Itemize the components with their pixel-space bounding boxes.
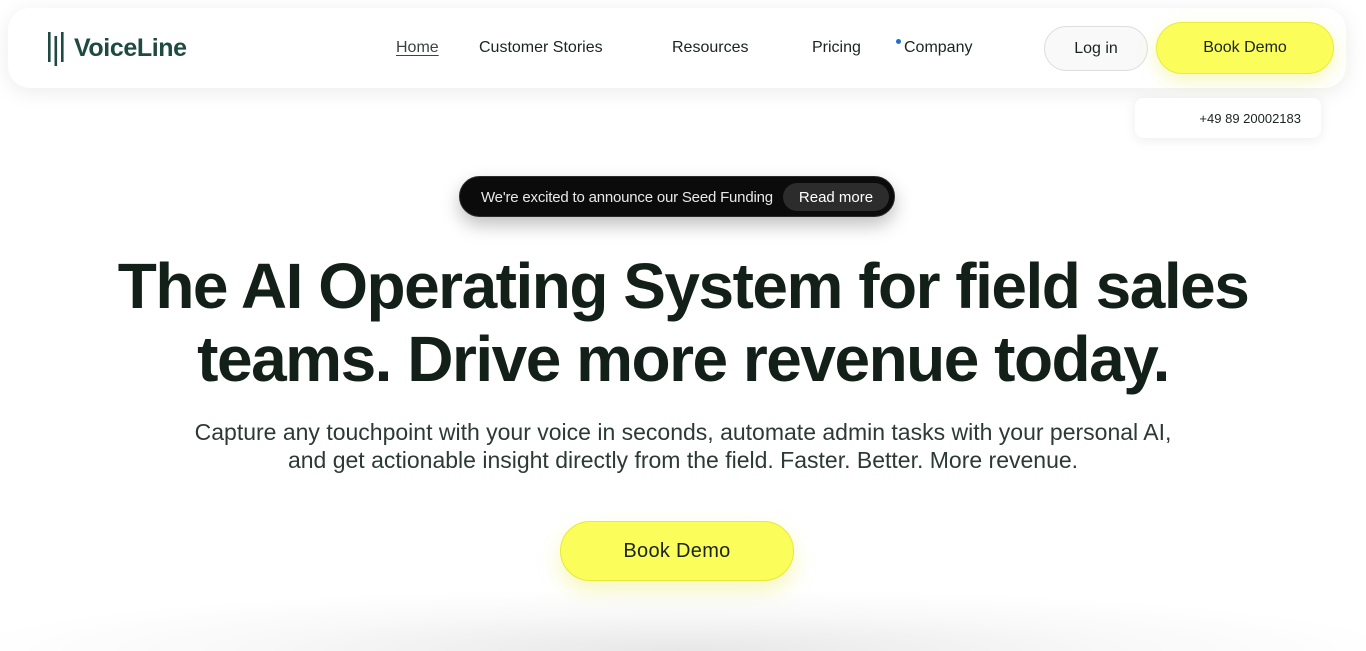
hero-title-line-2: teams. Drive more revenue today. [197,323,1170,395]
nav-company[interactable]: Company [904,38,972,58]
hero-subtitle-line-1: Capture any touchpoint with your voice i… [194,419,1172,445]
next-section-preview [0,592,1366,651]
hero-subtitle-line-2: and get actionable insight directly from… [287,447,1079,473]
logo-text: VoiceLine [74,33,187,62]
announcement-text: We're excited to announce our Seed Fundi… [481,189,773,206]
nav-customer-stories[interactable]: Customer Stories [479,38,603,58]
notification-dot-icon [896,39,901,44]
hero-title: The AI Operating System for field sales … [60,250,1306,396]
nav-resources[interactable]: Resources [672,38,748,58]
read-more-button[interactable]: Read more [783,183,889,211]
page: VoiceLine Home Customer Stories Resource… [0,0,1366,651]
hero-title-line-1: The AI Operating System for field sales [117,250,1250,322]
header-nav: VoiceLine Home Customer Stories Resource… [8,8,1346,88]
book-demo-header-button[interactable]: Book Demo [1156,22,1334,74]
logo[interactable]: VoiceLine [48,30,187,66]
nav-home[interactable]: Home [396,38,439,58]
voiceline-logo-icon [48,32,64,66]
login-button[interactable]: Log in [1044,26,1148,71]
phone-number: +49 89 20002183 [1199,110,1301,126]
nav-pricing[interactable]: Pricing [812,38,861,58]
phone-number-card[interactable]: +49 89 20002183 [1135,98,1321,138]
announcement-banner[interactable]: We're excited to announce our Seed Fundi… [459,176,895,217]
book-demo-hero-button[interactable]: Book Demo [560,521,794,581]
hero-subtitle: Capture any touchpoint with your voice i… [120,418,1246,474]
